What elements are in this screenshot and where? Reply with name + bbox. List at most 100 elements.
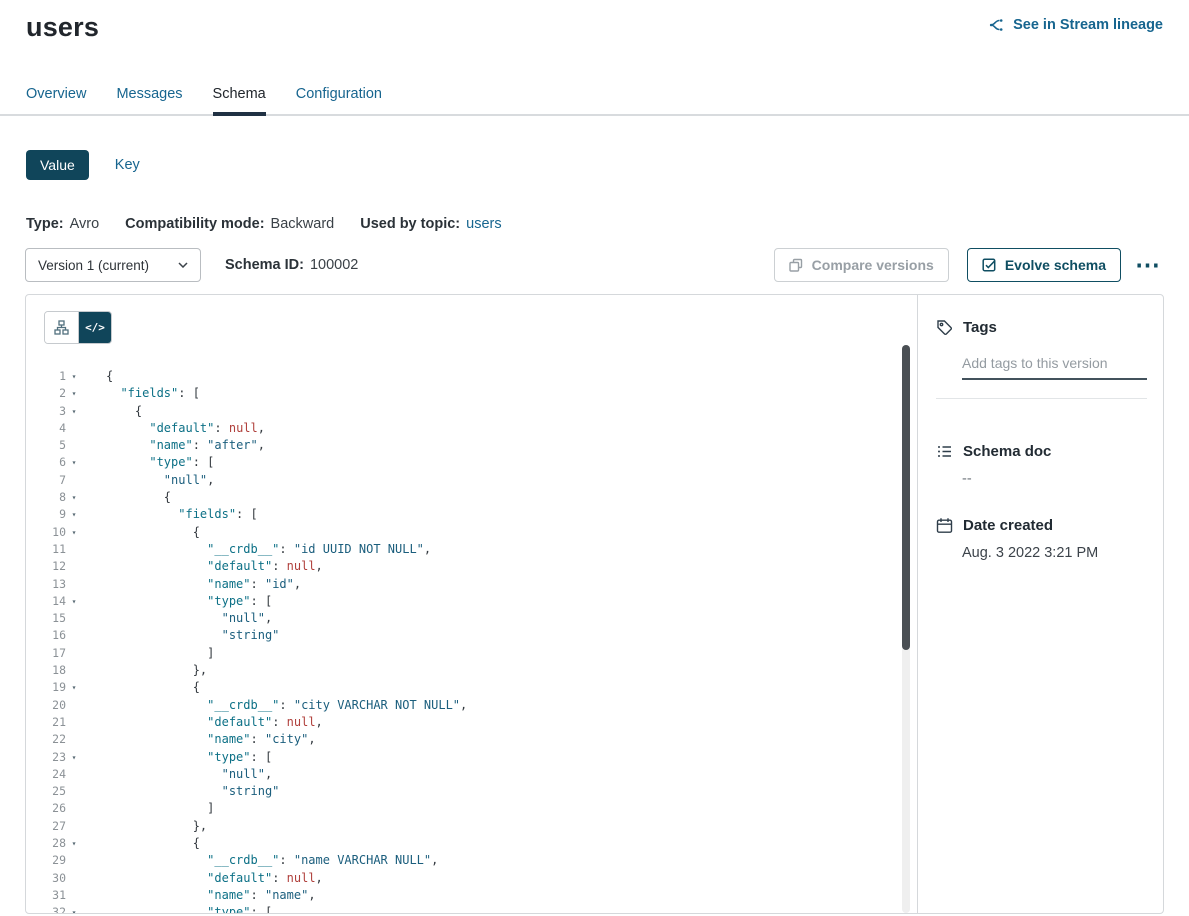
code-editor: 1▾{2▾ "fields": [3▾ {4 "default": null,5… — [26, 368, 917, 913]
fold-spacer — [66, 818, 82, 835]
key-toggle-button[interactable]: Key — [115, 157, 140, 173]
compare-versions-icon — [789, 258, 803, 272]
code-text: "fields": [ — [82, 385, 200, 402]
code-line: 18 }, — [26, 662, 917, 679]
value-toggle-button[interactable]: Value — [26, 150, 89, 180]
line-number: 15 — [26, 610, 66, 627]
evolve-schema-icon — [982, 258, 996, 272]
code-line: 22 "name": "city", — [26, 731, 917, 748]
fold-arrow-icon[interactable]: ▾ — [66, 454, 82, 471]
line-number: 22 — [26, 731, 66, 748]
code-text: "__crdb__": "id UUID NOT NULL", — [82, 541, 431, 558]
fold-arrow-icon[interactable]: ▾ — [66, 679, 82, 696]
vertical-scrollbar[interactable] — [902, 345, 910, 913]
code-text: "name": "city", — [82, 731, 316, 748]
code-text: { — [82, 524, 200, 541]
compare-versions-button[interactable]: Compare versions — [774, 248, 949, 282]
tab-configuration[interactable]: Configuration — [296, 86, 382, 114]
code-line: 26 ] — [26, 800, 917, 817]
tree-view-button[interactable] — [45, 312, 78, 343]
date-created-title: Date created — [963, 517, 1053, 534]
code-view-icon: </> — [85, 321, 105, 334]
fold-spacer — [66, 541, 82, 558]
tab-messages[interactable]: Messages — [116, 86, 182, 114]
line-number: 14 — [26, 593, 66, 610]
tags-section-header: Tags — [936, 319, 1147, 336]
version-select-value: Version 1 (current) — [38, 258, 149, 273]
tag-icon — [936, 319, 953, 336]
fold-spacer — [66, 437, 82, 454]
fold-arrow-icon[interactable]: ▾ — [66, 506, 82, 523]
fold-spacer — [66, 558, 82, 575]
fold-spacer — [66, 645, 82, 662]
chevron-down-icon — [178, 262, 188, 268]
line-number: 3 — [26, 403, 66, 420]
schema-card: </> 1▾{2▾ "fields": [3▾ {4 "default": nu… — [25, 294, 1164, 914]
line-number: 28 — [26, 835, 66, 852]
code-text: { — [82, 403, 142, 420]
code-line: 19▾ { — [26, 679, 917, 696]
scrollbar-thumb[interactable] — [902, 345, 910, 650]
code-line: 25 "string" — [26, 783, 917, 800]
code-text: }, — [82, 818, 207, 835]
fold-spacer — [66, 610, 82, 627]
date-created-section: Date created Aug. 3 2022 3:21 PM — [936, 517, 1147, 561]
fold-arrow-icon[interactable]: ▾ — [66, 524, 82, 541]
fold-spacer — [66, 731, 82, 748]
fold-arrow-icon[interactable]: ▾ — [66, 403, 82, 420]
fold-spacer — [66, 472, 82, 489]
fold-arrow-icon[interactable]: ▾ — [66, 385, 82, 402]
code-text: "null", — [82, 472, 214, 489]
code-text: "__crdb__": "city VARCHAR NOT NULL", — [82, 697, 467, 714]
code-text: "name": "after", — [82, 437, 265, 454]
add-tags-input[interactable] — [962, 350, 1147, 380]
line-number: 11 — [26, 541, 66, 558]
fold-spacer — [66, 887, 82, 904]
used-by-topic-label: Used by topic: — [360, 216, 460, 232]
fold-spacer — [66, 766, 82, 783]
fold-arrow-icon[interactable]: ▾ — [66, 835, 82, 852]
code-text: }, — [82, 662, 207, 679]
code-line: 32▾ "type": [ — [26, 904, 917, 913]
code-line: 21 "default": null, — [26, 714, 917, 731]
schema-doc-value: -- — [962, 471, 1147, 487]
code-text: "__crdb__": "name VARCHAR NULL", — [82, 852, 438, 869]
fold-spacer — [66, 870, 82, 887]
fold-spacer — [66, 627, 82, 644]
tab-overview[interactable]: Overview — [26, 86, 86, 114]
tree-view-icon — [54, 320, 69, 335]
code-view-button[interactable]: </> — [78, 312, 111, 343]
code-text: ] — [82, 645, 214, 662]
topic-link[interactable]: users — [466, 216, 501, 232]
type-meta: Type: Avro — [26, 216, 99, 232]
version-select[interactable]: Version 1 (current) — [25, 248, 201, 282]
stream-lineage-link[interactable]: See in Stream lineage — [989, 17, 1163, 33]
code-line: 1▾{ — [26, 368, 917, 385]
type-value: Avro — [70, 216, 100, 232]
code-line: 6▾ "type": [ — [26, 454, 917, 471]
tab-schema[interactable]: Schema — [213, 86, 266, 114]
code-line: 3▾ { — [26, 403, 917, 420]
schema-page: users See in Stream lineage Overview Mes… — [0, 0, 1189, 916]
line-number: 12 — [26, 558, 66, 575]
code-line: 13 "name": "id", — [26, 576, 917, 593]
fold-arrow-icon[interactable]: ▾ — [66, 368, 82, 385]
code-text: "string" — [82, 783, 279, 800]
line-number: 10 — [26, 524, 66, 541]
line-number: 21 — [26, 714, 66, 731]
fold-arrow-icon[interactable]: ▾ — [66, 593, 82, 610]
compare-versions-label: Compare versions — [812, 257, 934, 273]
fold-spacer — [66, 662, 82, 679]
code-line: 9▾ "fields": [ — [26, 506, 917, 523]
more-options-button[interactable]: ⋯ — [1131, 260, 1164, 270]
code-line: 17 ] — [26, 645, 917, 662]
line-number: 19 — [26, 679, 66, 696]
evolve-schema-button[interactable]: Evolve schema — [967, 248, 1121, 282]
fold-arrow-icon[interactable]: ▾ — [66, 749, 82, 766]
code-text: { — [82, 835, 200, 852]
fold-arrow-icon[interactable]: ▾ — [66, 904, 82, 913]
date-created-value: Aug. 3 2022 3:21 PM — [962, 545, 1147, 561]
schema-id-value: 100002 — [310, 257, 358, 273]
code-line: 10▾ { — [26, 524, 917, 541]
fold-arrow-icon[interactable]: ▾ — [66, 489, 82, 506]
